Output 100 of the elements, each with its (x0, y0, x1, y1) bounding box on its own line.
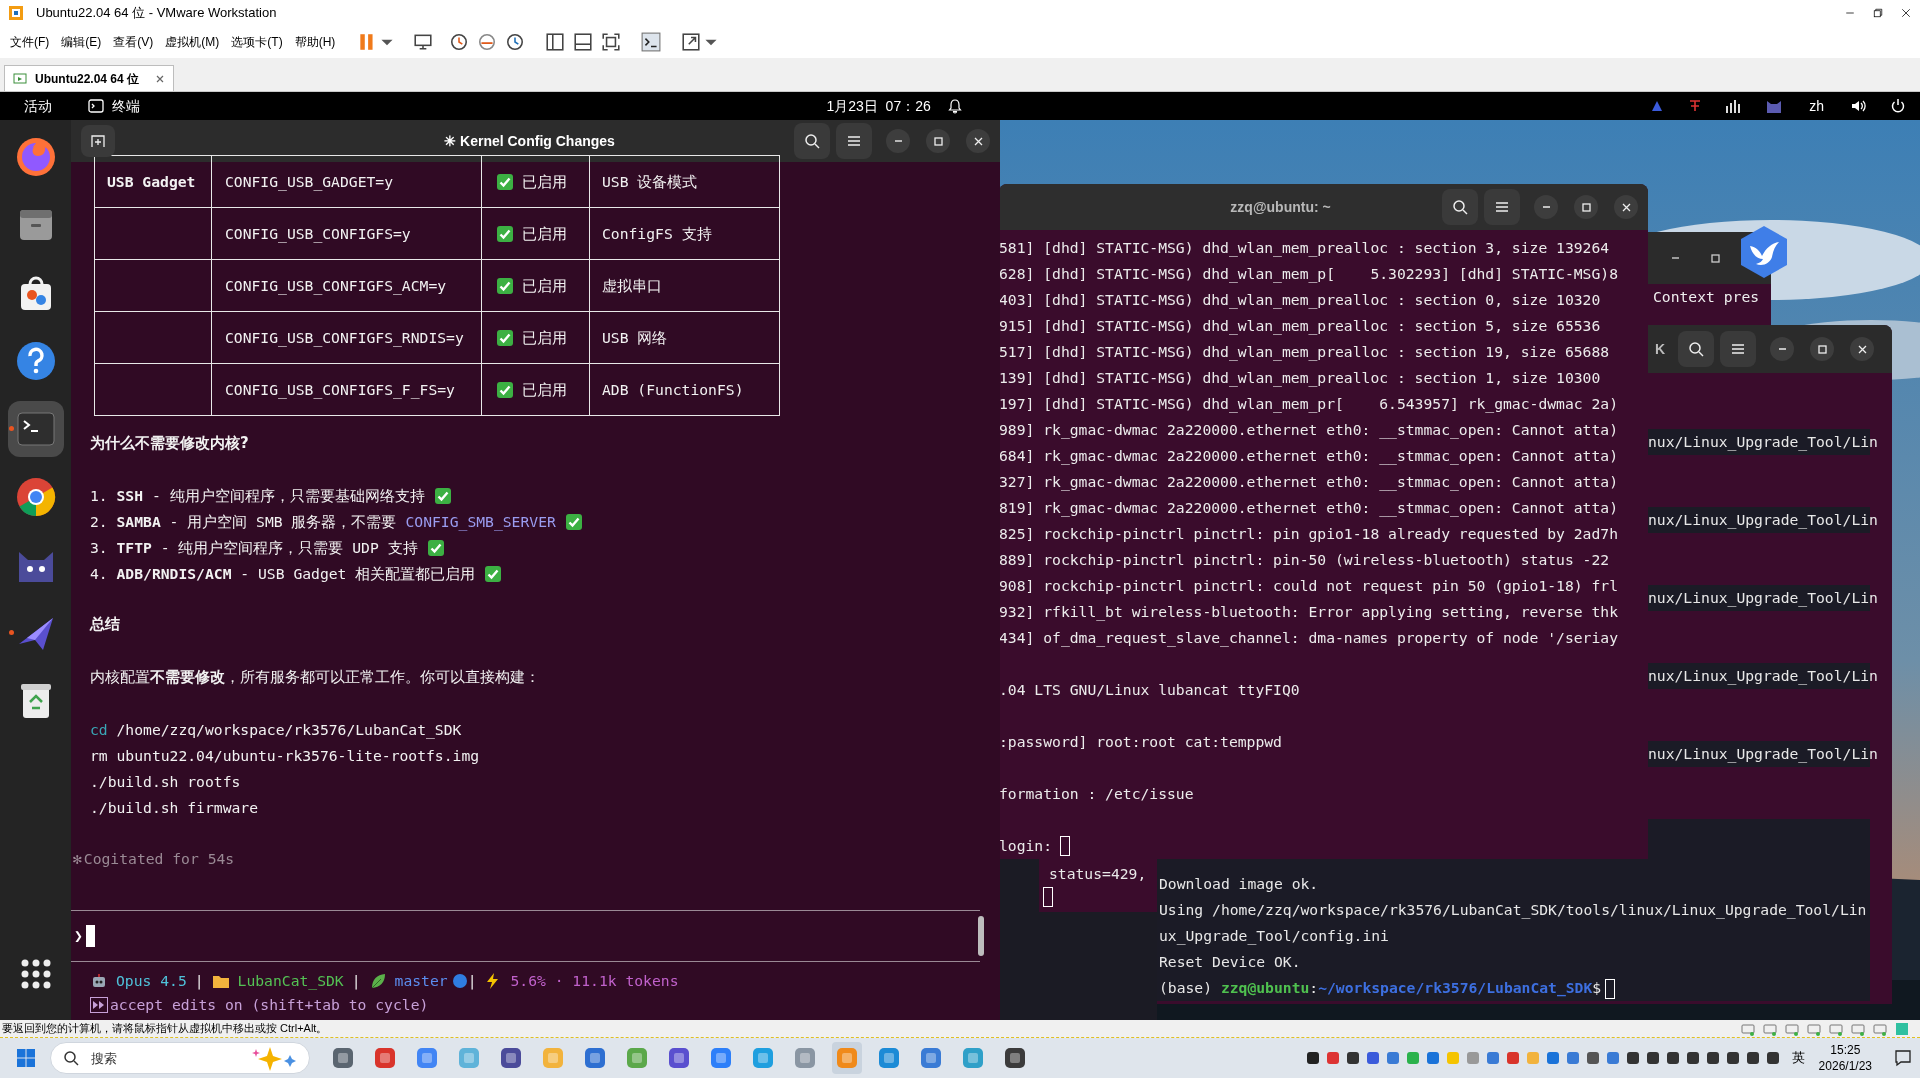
cat-icon[interactable] (1765, 98, 1784, 114)
prompt-symbol: ❯ (74, 926, 83, 946)
spinner-glyph: ✻ (73, 849, 82, 869)
app-icon (584, 1047, 606, 1069)
list-item: 4. ADB/RNDIS/ACM - USB Gadget 相关配置都已启用 (90, 564, 476, 584)
tray-icon[interactable] (1665, 1051, 1680, 1065)
minimize-icon (894, 140, 902, 142)
clock-icon[interactable] (449, 32, 470, 52)
window-title: Ubuntu22.04 64 位 - VMware Workstation (36, 4, 277, 23)
status-text: 已启用 (522, 223, 567, 245)
menu-button[interactable] (836, 123, 872, 159)
menu-item[interactable]: 文件(F) (4, 30, 56, 54)
volume-icon[interactable] (1850, 98, 1868, 114)
resize-icon[interactable] (681, 32, 702, 52)
minimize-button[interactable] (886, 129, 910, 153)
close-icon[interactable] (155, 73, 166, 84)
terminal-line: 327] rk_gmac-dwmac 2a220000.ethernet eth0: __stmmac_open: Cannot atta) (999, 472, 1619, 493)
tray-icon[interactable] (1705, 1051, 1720, 1065)
tray-icon[interactable] (1725, 1051, 1740, 1065)
close-button[interactable] (966, 129, 990, 153)
maximize-button[interactable] (926, 129, 950, 153)
app-icon (794, 1047, 816, 1069)
menu-item[interactable]: 编辑(E) (55, 30, 108, 54)
input-method-indicator[interactable]: zh (1805, 95, 1828, 117)
text-cursor (1043, 887, 1053, 907)
menu-button[interactable] (1720, 331, 1756, 367)
new-tab-button[interactable] (81, 125, 115, 157)
list-item: 2. SAMBA - 用户空间 SMB 服务器，不需要 CONFIG_SMB_SERVER (90, 512, 556, 533)
scrollbar-thumb[interactable] (978, 916, 984, 956)
dot-icon (451, 973, 468, 989)
vm-tab[interactable]: Ubuntu22.04 64 位 (4, 65, 175, 91)
close-button[interactable] (1850, 337, 1874, 361)
close-icon (1900, 7, 1912, 19)
tray-icon[interactable] (1625, 1051, 1640, 1065)
maximize-icon (933, 136, 943, 146)
menu-button[interactable] (1484, 189, 1520, 225)
minimize-icon (1542, 206, 1550, 208)
close-button[interactable] (1614, 195, 1638, 219)
thinking-status: Cogitated for 54s (83, 849, 235, 869)
bird-icon[interactable] (1738, 224, 1790, 280)
maximize-icon (1581, 202, 1591, 212)
window-title: zzq@ubuntu: ~ (1230, 197, 1331, 217)
terminal-line: formation : /etc/issue (999, 784, 1194, 804)
search-button[interactable] (794, 123, 830, 159)
fullscreen-icon[interactable] (601, 32, 622, 52)
tray-icon[interactable] (1585, 1051, 1600, 1065)
clock-button[interactable]: 15:25 2026/1/23 (1818, 1042, 1872, 1074)
menu-item[interactable]: 选项卡(T) (225, 30, 289, 54)
menu-item[interactable]: 帮助(H) (288, 30, 342, 54)
search-button[interactable] (1678, 331, 1714, 367)
minimize-button[interactable] (1534, 195, 1558, 219)
menu-item[interactable]: 虚拟机(M) (159, 30, 226, 54)
activities-button[interactable]: 活动 (20, 95, 56, 117)
restore-icon (1872, 7, 1884, 19)
terminal-icon (88, 99, 104, 113)
tray-icon[interactable] (1765, 1051, 1780, 1065)
notification-icon[interactable] (1894, 1049, 1912, 1067)
app-icon (710, 1047, 732, 1069)
app-icon (458, 1047, 480, 1069)
app-icon (542, 1047, 564, 1069)
language-indicator[interactable]: 英 (1791, 1048, 1805, 1068)
tray-icon[interactable] (1345, 1051, 1360, 1065)
menu-item[interactable]: 查看(V) (107, 30, 160, 54)
console-icon[interactable] (641, 32, 662, 52)
vm-icon (13, 71, 27, 86)
status-text: 已启用 (522, 171, 567, 193)
summary-text: 内核配置不需要修改，所有服务都可以正常工作。你可以直接构建： (90, 667, 541, 688)
monitor-icon[interactable] (413, 32, 434, 52)
power-icon[interactable] (1890, 98, 1906, 114)
terminal-line: Using /home/zzq/workspace/rk3576/LubanCat_SDK/tools/linux/Linux_Upgrade_Tool/Lin (1159, 901, 1867, 918)
tray-icon[interactable] (1745, 1051, 1760, 1065)
minimize-button[interactable] (1770, 337, 1794, 361)
terminal-line: 434] of_dma_request_slave_channel: dma-names property of node '/seriay (999, 628, 1619, 649)
minimize-icon (1778, 348, 1786, 350)
maximize-button[interactable] (1574, 195, 1598, 219)
panel-icon[interactable] (573, 32, 594, 52)
search-icon (1452, 199, 1468, 215)
new-tab-icon (90, 133, 106, 149)
table-cell: USB 设备模式 (589, 155, 780, 208)
code-line: cd /home/zzq/workspace/rk3576/LubanCat_SDK (90, 720, 463, 741)
clock[interactable]: 1月23日 07：26 (826, 95, 963, 117)
table-cell: CONFIG_USB_CONFIGFS=y (211, 207, 482, 260)
sidebar-icon[interactable] (545, 32, 566, 52)
tray-icon[interactable] (1305, 1051, 1320, 1065)
terminal-line: Context pres (1653, 288, 1760, 305)
tray-icon[interactable] (1645, 1051, 1660, 1065)
window-title: K (1655, 339, 1666, 359)
terminal-line: 197] [dhd] STATIC-MSG) dhd_wlan_mem_pr[ 6.543957] rk_gmac-dwmac 2a) (999, 394, 1619, 415)
search-field[interactable]: 搜索 (50, 1042, 310, 1074)
maximize-button[interactable] (1810, 337, 1834, 361)
prompt-input[interactable]: ❯ (71, 923, 1000, 949)
separator-text: | (467, 971, 477, 992)
app-icon (500, 1047, 522, 1069)
section-heading: 为什么不需要修改内核? (90, 433, 250, 454)
tray-icon[interactable] (1685, 1051, 1700, 1065)
search-icon (63, 1050, 79, 1066)
app-menu[interactable]: 终端 (88, 95, 140, 117)
clock-icon[interactable] (505, 32, 526, 52)
search-button[interactable] (1442, 189, 1478, 225)
date-text: 2026/1/23 (1818, 1058, 1872, 1074)
